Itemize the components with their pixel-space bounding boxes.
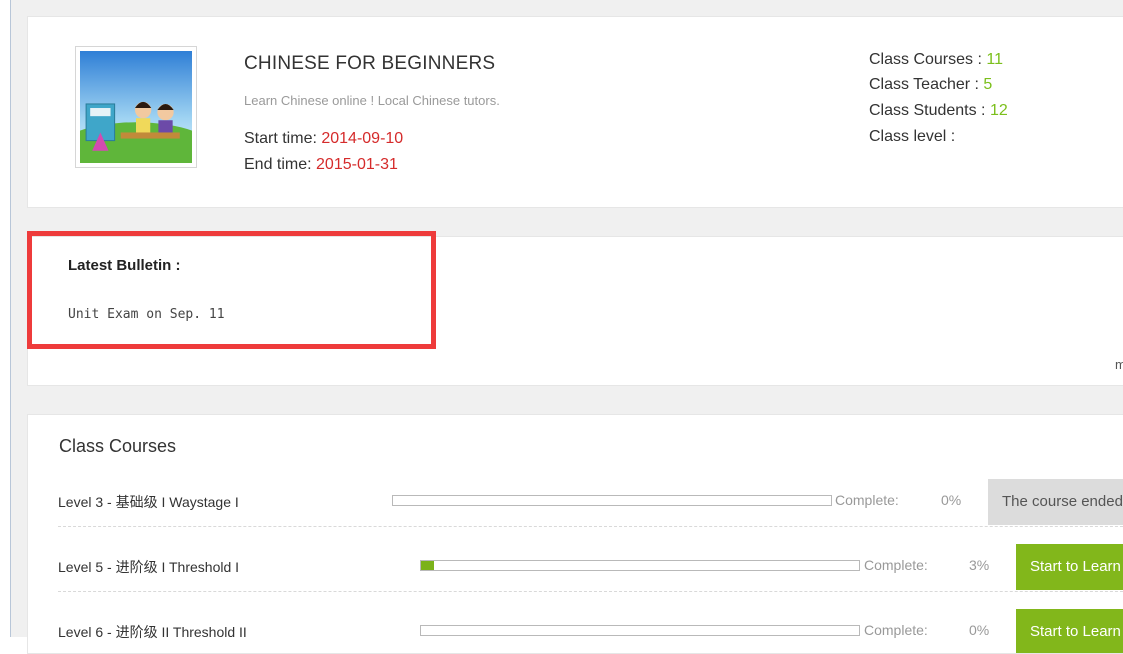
more-link[interactable]: m	[1115, 357, 1123, 372]
end-time-label: End time:	[244, 156, 317, 173]
complete-percent: 0%	[941, 492, 962, 508]
complete-percent: 3%	[969, 557, 990, 573]
complete-percent: 0%	[969, 622, 990, 638]
course-progress-fill	[421, 561, 435, 570]
course-row: Level 3 - 基础级 I Waystage I Complete: 0% …	[58, 477, 1123, 527]
course-name[interactable]: Level 6 - 进阶级 II Threshold II	[58, 622, 247, 642]
stat-class-students: Class Students : 12	[869, 102, 1008, 120]
stat-students-value: 12	[989, 102, 1008, 119]
course-row: Level 6 - 进阶级 II Threshold II Complete: …	[58, 607, 1123, 653]
start-time: Start time: 2014-09-10	[244, 130, 403, 148]
class-info-card: CHINESE FOR BEGINNERS Learn Chinese onli…	[27, 16, 1123, 208]
class-thumbnail[interactable]	[75, 46, 197, 168]
stat-students-label: Class Students :	[869, 102, 990, 119]
bulletin-highlight-box	[27, 231, 436, 349]
class-cover-image-icon	[80, 51, 192, 163]
stat-level-label: Class level :	[869, 128, 956, 145]
stat-courses-value: 11	[986, 51, 1003, 68]
stat-class-courses: Class Courses : 11	[869, 51, 1003, 69]
course-progress-bar	[392, 495, 832, 506]
class-courses-card: Class Courses Level 3 - 基础级 I Waystage I…	[27, 414, 1123, 654]
stat-courses-label: Class Courses :	[869, 51, 987, 68]
complete-label: Complete:	[864, 557, 928, 573]
end-date: 2015-01-31	[316, 156, 398, 173]
complete-label: Complete:	[835, 492, 899, 508]
course-progress-bar	[420, 625, 860, 636]
class-title: CHINESE FOR BEGINNERS	[244, 53, 496, 74]
stat-class-level: Class level :	[869, 128, 955, 146]
start-date: 2014-09-10	[321, 130, 404, 147]
course-progress-bar	[420, 560, 860, 571]
stat-teacher-label: Class Teacher :	[869, 76, 984, 93]
page-frame: CHINESE FOR BEGINNERS Learn Chinese onli…	[10, 0, 1123, 654]
course-name[interactable]: Level 5 - 进阶级 I Threshold I	[58, 557, 239, 577]
end-time: End time: 2015-01-31	[244, 156, 398, 174]
courses-title: Class Courses	[59, 436, 177, 456]
course-row: Level 5 - 进阶级 I Threshold I Complete: 3%…	[58, 542, 1123, 592]
complete-label: Complete:	[864, 622, 928, 638]
start-time-label: Start time:	[244, 130, 322, 147]
class-subtitle: Learn Chinese online ! Local Chinese tut…	[244, 93, 500, 108]
course-ended-button[interactable]: The course ended	[988, 479, 1123, 525]
course-name[interactable]: Level 3 - 基础级 I Waystage I	[58, 492, 239, 512]
stat-class-teacher: Class Teacher : 5	[869, 76, 992, 94]
stat-teacher-value: 5	[983, 76, 993, 93]
start-to-learn-button[interactable]: Start to Learn	[1016, 544, 1123, 590]
start-to-learn-button[interactable]: Start to Learn	[1016, 609, 1123, 653]
